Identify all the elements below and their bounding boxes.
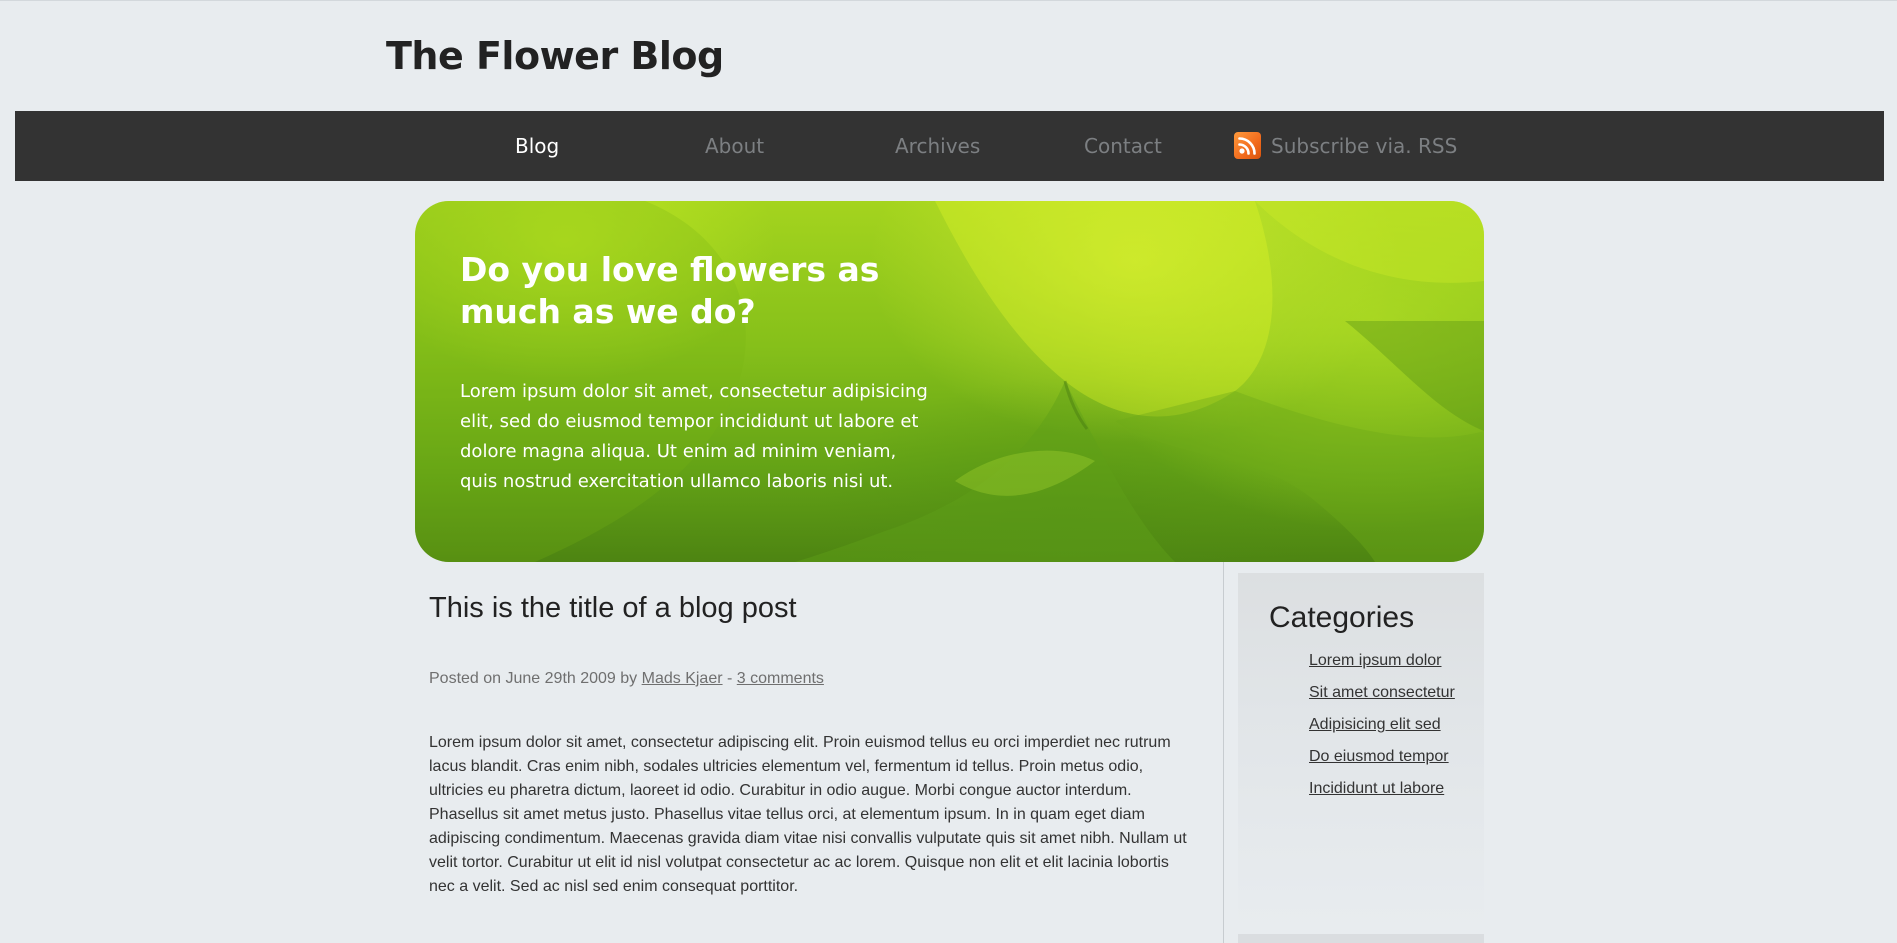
category-link[interactable]: Incididunt ut labore: [1309, 780, 1444, 797]
hero-heading: Do you love flowers as much as we do?: [460, 250, 880, 331]
category-link[interactable]: Do eiusmod tempor: [1309, 748, 1449, 765]
site-title: The Flower Blog: [386, 34, 724, 78]
nav-link-about[interactable]: About: [705, 111, 764, 181]
category-link[interactable]: Lorem ipsum dolor: [1309, 652, 1442, 669]
list-item: Incididunt ut labore: [1309, 777, 1469, 801]
rss-icon: [1234, 132, 1261, 159]
nav-link-archives[interactable]: Archives: [895, 111, 980, 181]
post-comments-link[interactable]: 3 comments: [737, 670, 824, 687]
content-divider: [1223, 562, 1224, 943]
nav-link-contact[interactable]: Contact: [1084, 111, 1162, 181]
sidebar-categories: Categories Lorem ipsum dolor Sit amet co…: [1238, 573, 1484, 930]
main-navigation: Blog About Archives Contact Subscribe vi…: [15, 111, 1884, 181]
post-author-link[interactable]: Mads Kjaer: [642, 670, 723, 687]
list-item: Adipisicing elit sed: [1309, 713, 1469, 737]
list-item: Sit amet consectetur: [1309, 681, 1469, 705]
category-link[interactable]: Sit amet consectetur: [1309, 684, 1455, 701]
sidebar-next-panel: [1238, 934, 1484, 943]
category-link[interactable]: Adipisicing elit sed: [1309, 716, 1441, 733]
hero-text: Lorem ipsum dolor sit amet, consectetur …: [460, 381, 928, 492]
rss-subscribe-link[interactable]: Subscribe via. RSS: [1234, 111, 1458, 181]
post-date-label: Posted on June 29th 2009 by: [429, 670, 638, 687]
post-title: This is the title of a blog post: [429, 592, 797, 624]
categories-heading: Categories: [1269, 601, 1415, 634]
post-meta-separator: -: [727, 670, 733, 687]
list-item: Lorem ipsum dolor: [1309, 649, 1469, 673]
rss-subscribe-label: Subscribe via. RSS: [1271, 134, 1458, 158]
post-body: Lorem ipsum dolor sit amet, consectetur …: [429, 734, 1187, 895]
hero-banner: Do you love flowers as much as we do? Lo…: [415, 201, 1484, 562]
post-meta: Posted on June 29th 2009 by Mads Kjaer -…: [429, 670, 824, 688]
list-item: Do eiusmod tempor: [1309, 745, 1469, 769]
top-rule: [0, 0, 1897, 1]
category-list: Lorem ipsum dolor Sit amet consectetur A…: [1309, 649, 1469, 809]
nav-link-blog[interactable]: Blog: [515, 111, 559, 181]
